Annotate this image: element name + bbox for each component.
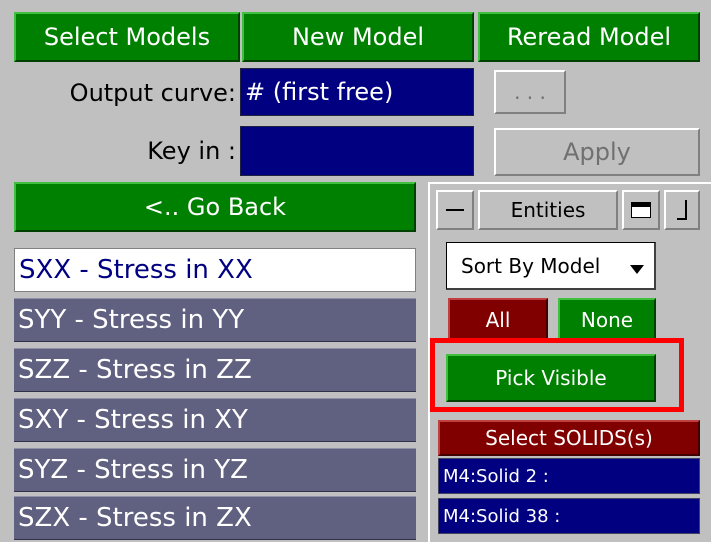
list-item[interactable]: SYZ - Stress in YZ xyxy=(14,448,416,492)
list-item[interactable]: M4:Solid 38 : xyxy=(438,498,700,534)
output-curve-field[interactable]: # (first free) xyxy=(240,68,474,116)
list-item[interactable]: SYY - Stress in YY xyxy=(14,298,416,342)
entities-title: Entities xyxy=(478,190,618,230)
key-in-label: Key in : xyxy=(147,137,236,165)
output-curve-label: Output curve: xyxy=(69,79,236,107)
sort-dropdown[interactable]: Sort By Model xyxy=(446,242,656,290)
restore-button[interactable] xyxy=(664,190,700,230)
dropdown-arrow-icon xyxy=(630,265,644,274)
restore-icon xyxy=(677,200,687,220)
list-item[interactable]: SXY - Stress in XY xyxy=(14,398,416,442)
new-model-button[interactable]: New Model xyxy=(242,12,474,62)
select-solids-header: Select SOLIDS(s) xyxy=(438,420,700,456)
browse-button[interactable]: . . . xyxy=(494,70,566,114)
pick-visible-button[interactable]: Pick Visible xyxy=(446,354,656,402)
maximize-icon xyxy=(631,202,651,218)
go-back-button[interactable]: <.. Go Back xyxy=(14,182,416,232)
none-button[interactable]: None xyxy=(558,298,656,342)
collapse-button[interactable] xyxy=(436,190,474,230)
key-in-field[interactable] xyxy=(240,126,474,176)
list-item[interactable]: SXX - Stress in XX xyxy=(14,248,416,292)
list-item[interactable]: SZX - Stress in ZX xyxy=(14,496,416,540)
all-button[interactable]: All xyxy=(448,298,548,342)
list-item[interactable]: M4:Solid 2 : xyxy=(438,458,700,494)
minus-icon xyxy=(446,209,464,211)
sort-dropdown-label: Sort By Model xyxy=(461,253,601,278)
apply-button[interactable]: Apply xyxy=(494,128,700,176)
list-item[interactable]: SZZ - Stress in ZZ xyxy=(14,348,416,392)
maximize-button[interactable] xyxy=(622,190,660,230)
reread-model-button[interactable]: Reread Model xyxy=(478,12,700,62)
select-models-button[interactable]: Select Models xyxy=(14,12,240,62)
